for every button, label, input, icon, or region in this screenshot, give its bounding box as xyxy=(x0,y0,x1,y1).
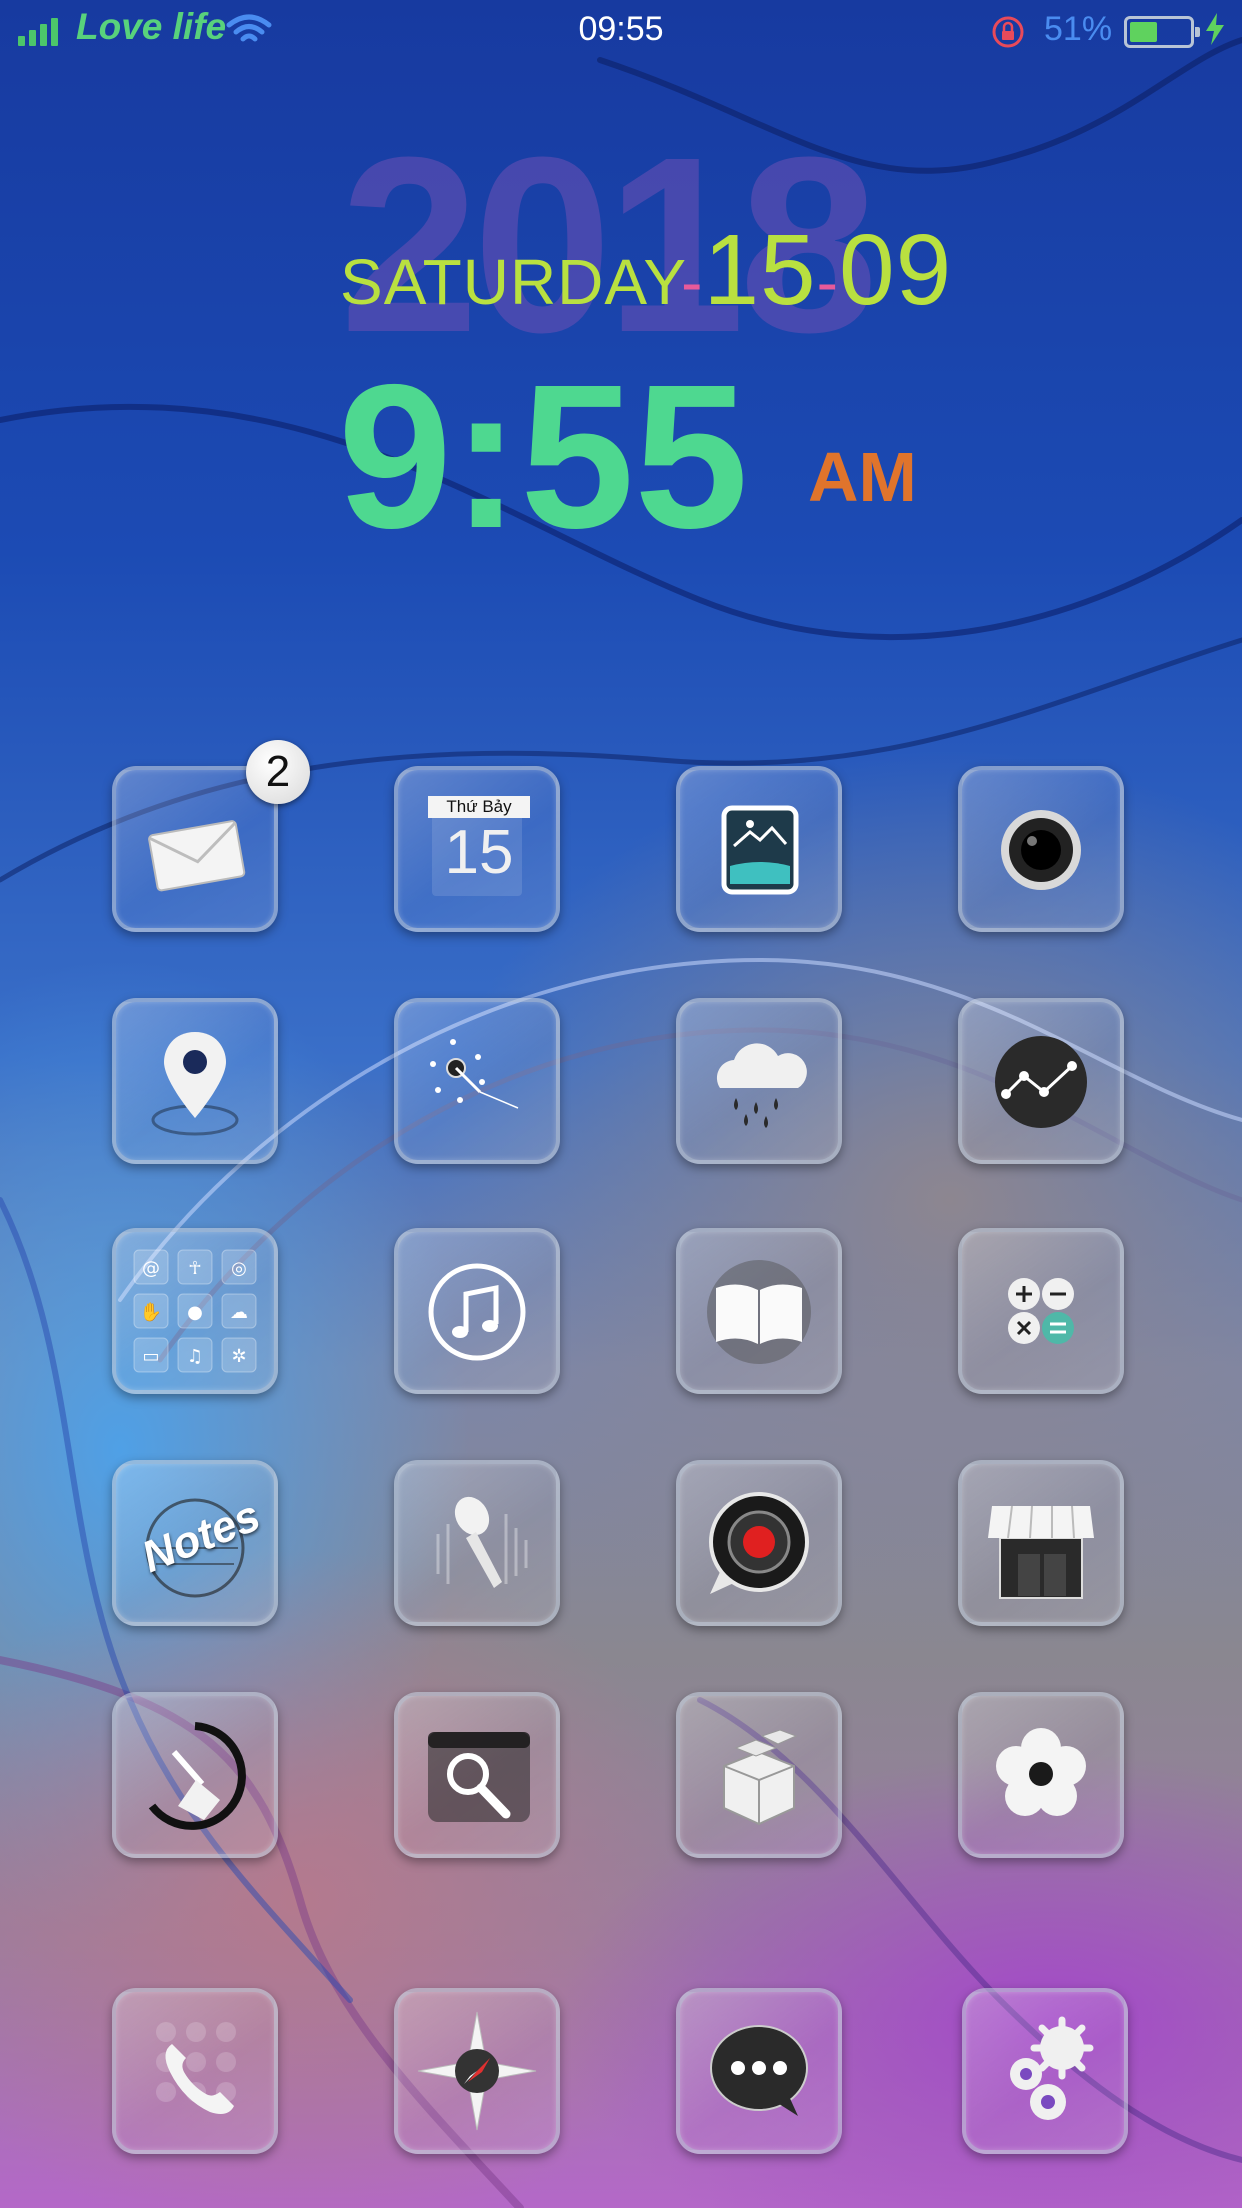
safari-app[interactable] xyxy=(394,1988,560,2154)
calendar-day: 15 xyxy=(444,818,514,887)
battery-icon xyxy=(1124,16,1200,48)
music-icon xyxy=(428,1263,526,1361)
photos-icon xyxy=(721,805,799,895)
svg-text:☥: ☥ xyxy=(188,1258,201,1279)
voice-memos-icon xyxy=(436,1496,528,1588)
search-app[interactable] xyxy=(394,1692,560,1858)
mail-badge: 2 xyxy=(246,740,310,804)
maps-icon xyxy=(151,1032,239,1136)
safari-icon xyxy=(417,2011,537,2131)
battery-percent: 51% xyxy=(1044,10,1113,48)
svg-text:●: ● xyxy=(187,1302,203,1323)
stocks-app[interactable] xyxy=(958,998,1124,1164)
svg-text:▭: ▭ xyxy=(142,1346,159,1367)
camera-icon xyxy=(1001,810,1081,890)
cydia-app[interactable] xyxy=(676,1692,842,1858)
weather-icon xyxy=(716,1043,807,1128)
widget-ampm: AM xyxy=(808,438,917,516)
svg-text:@: @ xyxy=(142,1258,160,1279)
widget-separator-2: - xyxy=(816,246,839,318)
widget-weekday: SATURDAY xyxy=(340,246,682,318)
mail-icon xyxy=(148,820,246,892)
phone-icon xyxy=(156,2022,236,2114)
store-icon xyxy=(988,1505,1094,1599)
books-icon xyxy=(707,1260,811,1364)
calendar-weekday: Thứ Bảy xyxy=(428,796,530,818)
voice-memos-app[interactable] xyxy=(394,1460,560,1626)
phone-app[interactable] xyxy=(112,1988,278,2154)
messages-app[interactable] xyxy=(676,1988,842,2154)
charging-icon xyxy=(1206,13,1224,45)
video-recorder-app[interactable] xyxy=(676,1460,842,1626)
settings-icon xyxy=(1010,2016,1094,2120)
svg-text:☁: ☁ xyxy=(230,1302,248,1323)
widget-date-line: SATURDAY-15-09 xyxy=(340,220,952,320)
clock-icon xyxy=(430,1039,519,1109)
flower-app[interactable] xyxy=(958,1692,1124,1858)
cleaner-icon xyxy=(148,1722,246,1830)
weather-app[interactable] xyxy=(676,998,842,1164)
store-app[interactable] xyxy=(958,1460,1124,1626)
rotation-lock-icon xyxy=(992,16,1024,48)
music-app[interactable] xyxy=(394,1228,560,1394)
search-icon xyxy=(428,1732,530,1822)
svg-text:♫: ♫ xyxy=(187,1346,203,1367)
widget-day: 15 xyxy=(703,214,817,326)
calculator-icon xyxy=(1008,1278,1074,1344)
photos-app[interactable] xyxy=(676,766,842,932)
maps-app[interactable] xyxy=(112,998,278,1164)
cleaner-app[interactable] xyxy=(112,1692,278,1858)
calculator-app[interactable] xyxy=(958,1228,1124,1394)
svg-text:✋: ✋ xyxy=(140,1301,162,1323)
settings-app[interactable] xyxy=(962,1988,1128,2154)
camera-app[interactable] xyxy=(958,766,1124,932)
clock-app[interactable] xyxy=(394,998,560,1164)
messages-icon xyxy=(710,2025,808,2116)
widget-time: 9:55 xyxy=(338,342,749,571)
video-recorder-icon xyxy=(709,1492,809,1594)
widget-separator: - xyxy=(681,246,704,318)
cydia-icon xyxy=(723,1729,798,1826)
svg-text:✲: ✲ xyxy=(231,1346,246,1367)
svg-text:◎: ◎ xyxy=(231,1258,247,1279)
widget-month: 09 xyxy=(838,214,953,326)
folder-app[interactable]: @ ☥ ◎ ✋ ● ☁ ▭ ♫ ✲ xyxy=(112,1228,278,1394)
status-bar: Love life 09:55 51% xyxy=(0,0,1242,60)
stocks-icon xyxy=(995,1036,1087,1128)
folder-icon: @ ☥ ◎ ✋ ● ☁ ▭ ♫ ✲ xyxy=(133,1249,257,1373)
books-app[interactable] xyxy=(676,1228,842,1394)
flower-icon xyxy=(996,1728,1086,1816)
